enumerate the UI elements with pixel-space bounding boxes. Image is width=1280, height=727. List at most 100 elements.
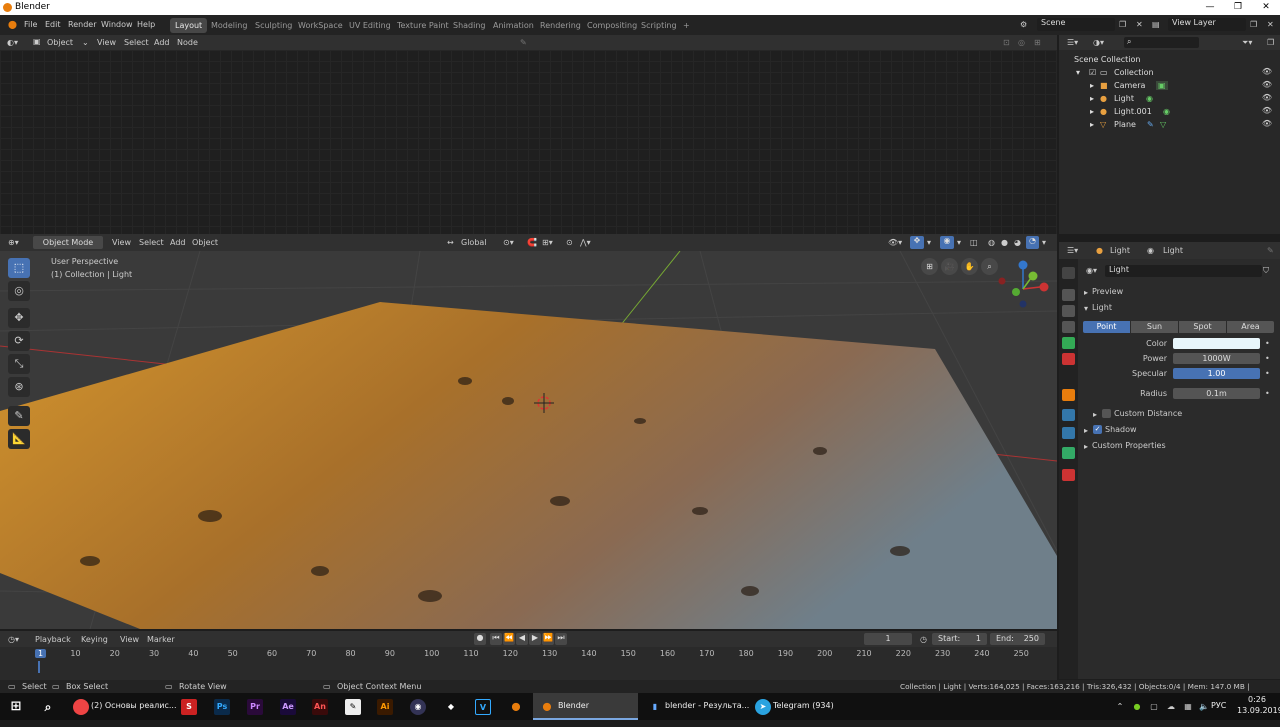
proportional-edit-icon[interactable]: ⊙ (566, 238, 573, 247)
scale-tool[interactable]: ⤡ (8, 354, 30, 374)
illustrator-icon[interactable]: Ai (377, 699, 393, 715)
viewport-editor-type-icon[interactable]: ⊕▾ (8, 238, 19, 247)
app-s-icon[interactable]: S (181, 699, 197, 715)
power-field[interactable]: 1000W (1173, 353, 1260, 364)
tab-shading[interactable]: Shading (448, 18, 491, 33)
pin-icon[interactable]: ✎ (1267, 246, 1274, 255)
menu-file[interactable]: File (24, 20, 37, 29)
timeline-editor-type-icon[interactable]: ◷▾ (8, 635, 19, 644)
taskbar-chrome-label[interactable]: (2) Основы реалис... (91, 701, 177, 722)
keyframe-dot-icon[interactable]: • (1265, 369, 1270, 378)
tray-app-icon[interactable]: ● (1129, 699, 1145, 715)
viewport-3d[interactable]: User Perspective (1) Collection | Light … (0, 251, 1057, 629)
wireframe-shading-icon[interactable]: ◍ (988, 238, 995, 247)
navigation-gizmo[interactable] (998, 260, 1049, 308)
node-menu-select[interactable]: Select (124, 38, 149, 47)
falloff-icon[interactable]: ⋀▾ (580, 238, 591, 247)
measure-tool[interactable]: 📐 (8, 429, 30, 449)
physics-tab-icon[interactable] (1062, 427, 1075, 439)
rotate-tool[interactable]: ⟳ (8, 331, 30, 351)
mesh-data-icon[interactable]: ▽ (1160, 120, 1166, 129)
volume-icon[interactable]: 🔈 (1196, 699, 1212, 715)
premiere-icon[interactable]: Pr (247, 699, 263, 715)
preview-section[interactable]: Preview (1092, 287, 1123, 296)
specular-field[interactable]: 1.00 (1173, 368, 1260, 379)
expand-arrow-icon[interactable]: ▸ (1084, 288, 1088, 297)
after-effects-icon[interactable]: Ae (280, 699, 296, 715)
transform-orientation-dropdown[interactable]: Global (461, 238, 487, 247)
chevron-down-icon[interactable]: ▾ (957, 238, 961, 247)
vp-menu-object[interactable]: Object (192, 238, 218, 247)
object-mode-dropdown[interactable]: Object Mode (33, 236, 103, 249)
filter-icon[interactable]: ⏷▾ (1242, 38, 1252, 48)
menu-render[interactable]: Render (68, 20, 96, 29)
modifier-wrench-icon[interactable]: ✎ (1147, 120, 1154, 129)
light-type-point[interactable]: Point (1083, 321, 1130, 333)
add-workspace-button[interactable]: + (678, 18, 695, 33)
shadow-checkbox[interactable]: ✓ (1093, 425, 1102, 434)
keyframe-dot-icon[interactable]: • (1265, 339, 1270, 348)
current-frame-field[interactable]: 1 (864, 633, 912, 645)
fake-user-shield-icon[interactable]: ⛉ (1263, 266, 1269, 276)
prev-keyframe-icon[interactable]: ⏪ (503, 633, 515, 645)
vp-menu-select[interactable]: Select (139, 238, 164, 247)
tab-layout[interactable]: Layout (170, 18, 208, 33)
animate-icon[interactable]: An (312, 699, 328, 715)
jump-end-icon[interactable]: ⏭ (555, 633, 567, 645)
new-collection-icon[interactable]: ❐ (1267, 38, 1274, 47)
tab-uv-editing[interactable]: UV Editing (344, 18, 396, 33)
eye-icon[interactable]: 👁 (1262, 67, 1272, 76)
overlay-toggle-icon[interactable]: ◉ (940, 236, 954, 249)
obs-icon[interactable]: ◉ (410, 699, 426, 715)
timeline-menu-marker[interactable]: Marker (147, 635, 175, 644)
snap-toggle-icon[interactable]: 🧲 (527, 238, 537, 247)
move-tool[interactable]: ✥ (8, 308, 30, 328)
tab-animation[interactable]: Animation (488, 18, 539, 33)
custom-distance-checkbox[interactable] (1102, 409, 1111, 418)
record-button[interactable]: ● (474, 633, 486, 645)
timeline-menu-keying[interactable]: Keying (81, 635, 108, 644)
chrome-icon[interactable] (73, 699, 89, 715)
texture-tab-icon[interactable] (1062, 469, 1075, 481)
output-tab-icon[interactable] (1062, 305, 1075, 317)
play-reverse-icon[interactable]: ◀ (516, 633, 528, 645)
vp-menu-view[interactable]: View (112, 238, 131, 247)
scene-selector[interactable]: Scene (1037, 18, 1115, 31)
modifier-tab-icon[interactable] (1062, 409, 1075, 421)
close-button[interactable]: ✕ (1252, 0, 1280, 15)
expand-arrow-icon[interactable]: ▾ (1084, 304, 1088, 313)
windows-start-icon[interactable]: ⊞ (8, 699, 24, 715)
delete-scene-icon[interactable]: ✕ (1136, 20, 1143, 29)
rendered-shading-icon[interactable]: ◔ (1026, 236, 1039, 249)
expand-arrow-icon[interactable]: ▸ (1093, 410, 1097, 419)
outliner-row-collection[interactable]: ▾ ☑ ▭ Collection 👁 (1059, 66, 1280, 79)
taskbar-explorer-label[interactable]: blender - Результа... (665, 701, 749, 722)
light-color-swatch[interactable] (1173, 338, 1260, 349)
expand-arrow-icon[interactable]: ▸ (1090, 120, 1094, 129)
ground-plane-mesh[interactable] (0, 302, 1057, 629)
checkbox-icon[interactable]: ☑ (1089, 68, 1096, 77)
tray-app-icon[interactable]: ▢ (1146, 699, 1162, 715)
jump-start-icon[interactable]: ⏮ (490, 633, 502, 645)
material-shading-icon[interactable]: ◕ (1014, 238, 1021, 247)
vegas-icon[interactable]: V (475, 699, 491, 715)
visibility-icon[interactable]: 👁▾ (888, 238, 902, 247)
search-icon[interactable]: ⌕ (40, 699, 56, 715)
display-mode-icon[interactable]: ◑▾ (1093, 38, 1104, 47)
outliner-row-scene-collection[interactable]: Scene Collection (1059, 53, 1280, 66)
playhead-line[interactable] (38, 661, 40, 673)
editor-type-icon[interactable]: ◐▾ (7, 38, 18, 47)
transform-tool[interactable]: ⊛ (8, 377, 30, 397)
outliner-row-camera[interactable]: ▸ ■ Camera ▣ 👁 (1059, 79, 1280, 92)
node-menu-add[interactable]: Add (154, 38, 170, 47)
new-view-layer-icon[interactable]: ❐ (1250, 20, 1257, 29)
keyframe-dot-icon[interactable]: • (1265, 354, 1270, 363)
keyframe-dot-icon[interactable]: • (1265, 389, 1270, 398)
delete-view-layer-icon[interactable]: ✕ (1267, 20, 1274, 29)
taskbar-telegram-label[interactable]: Telegram (934) (773, 701, 834, 722)
tab-compositing[interactable]: Compositing (582, 18, 642, 33)
outliner-row-light001[interactable]: ▸ ● Light.001 ◉ 👁 (1059, 105, 1280, 118)
outliner-row-light[interactable]: ▸ ● Light ◉ 👁 (1059, 92, 1280, 105)
pin-icon[interactable]: ✎ (520, 38, 527, 47)
clock-icon[interactable]: ◷ (920, 635, 927, 644)
